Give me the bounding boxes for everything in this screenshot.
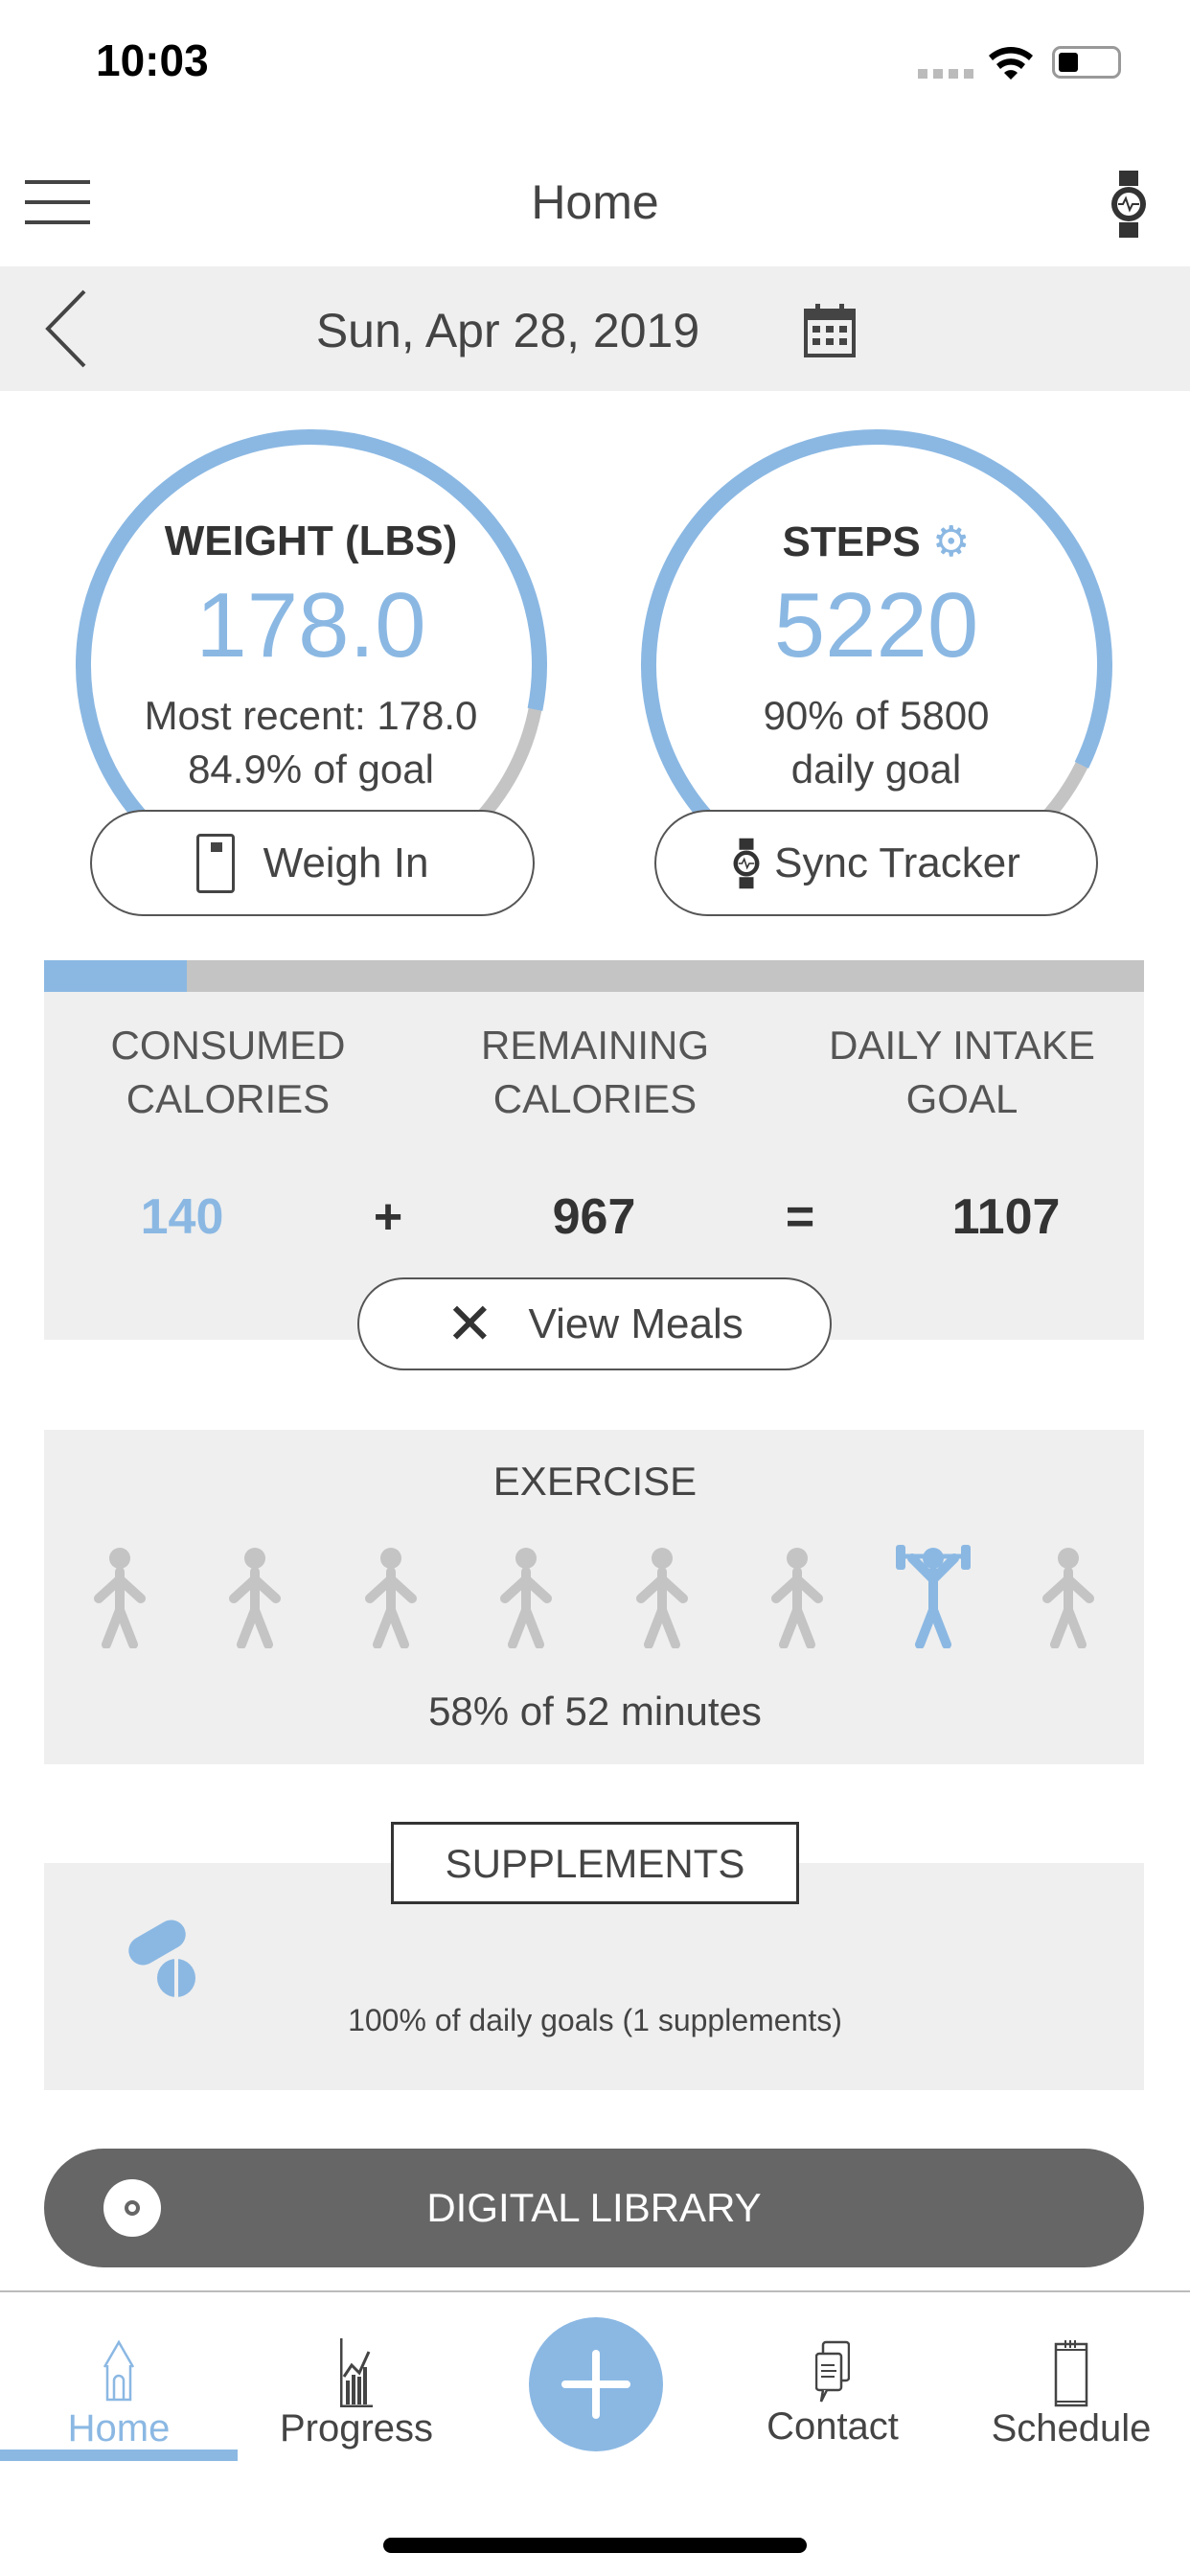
add-button[interactable] [529,2317,663,2451]
tab-progress-label: Progress [279,2407,434,2450]
running-icon[interactable] [609,1543,715,1648]
view-meals-button[interactable]: ✕ View Meals [357,1277,832,1370]
chat-bubbles-icon [815,2340,850,2403]
swimming-icon[interactable] [473,1543,579,1648]
digital-library-label: DIGITAL LIBRARY [426,2185,762,2230]
sync-tracker-button[interactable]: Sync Tracker [654,810,1098,916]
steps-daily-goal: daily goal [790,747,962,792]
calorie-progress-fill [44,960,188,992]
watch-icon [733,838,760,888]
remaining-calories-label: REMAINING CALORIES [480,1023,709,1121]
date-label: Sun, Apr 28, 2019 [315,304,700,357]
cycling-icon[interactable] [202,1543,308,1648]
progress-chart-icon [340,2338,373,2407]
battery-icon [1052,46,1121,79]
exercise-icons [67,1543,1121,1648]
sync-tracker-label: Sync Tracker [774,839,1020,886]
calorie-progress-bar [44,960,1144,992]
tab-home-label: Home [67,2407,171,2450]
steps-goal-percent: 90% of 5800 [763,693,990,738]
home-icon [103,2339,135,2402]
page-title: Home [531,175,659,229]
calendar-icon[interactable] [803,303,857,358]
weigh-in-button[interactable]: Weigh In [90,810,535,916]
weight-title: WEIGHT (LBS) [164,518,458,564]
signal-icon [918,69,973,79]
walking-icon[interactable] [338,1543,444,1648]
pill-icon [128,1920,195,1997]
consumed-calories-value: 140 [140,1189,224,1245]
weight-most-recent: Most recent: 178.0 [144,693,478,738]
remaining-calories-value: 967 [552,1189,636,1245]
weight-goal-percent: 84.9% of goal [188,747,434,792]
step-aerobics-icon[interactable] [67,1543,172,1648]
watch-icon[interactable] [1110,171,1148,238]
status-time: 10:03 [96,35,209,85]
steps-title-text: STEPS [782,518,921,565]
gear-icon[interactable]: ⚙ [932,518,970,565]
tab-schedule[interactable]: Schedule [952,2338,1190,2450]
tab-schedule-label: Schedule [991,2407,1152,2450]
tab-contact[interactable]: Contact [714,2338,951,2449]
digital-library-button[interactable]: DIGITAL LIBRARY [44,2149,1144,2267]
tab-progress[interactable]: Progress [238,2338,475,2450]
fork-knife-icon: ✕ [446,1291,494,1356]
exercise-title: EXERCISE [492,1459,698,1504]
daily-intake-goal-label: DAILY INTAKE GOAL [829,1023,1095,1121]
scale-icon [195,833,235,893]
schedule-calendar-icon [1054,2340,1088,2407]
tab-contact-label: Contact [767,2405,899,2448]
tab-bar-divider [0,2290,1190,2292]
steps-value: 5220 [773,574,979,677]
home-indicator [383,2538,807,2553]
supplements-title: SUPPLEMENTS [391,1822,799,1904]
weight-value: 178.0 [195,574,426,677]
weightlifting-icon[interactable] [881,1543,986,1648]
yoga-icon[interactable] [1016,1543,1121,1648]
exercise-summary: 58% of 52 minutes [428,1689,762,1734]
consumed-calories-label: CONSUMED CALORIES [110,1023,346,1121]
equals-sign: = [785,1189,815,1245]
tab-home[interactable]: Home [0,2338,238,2450]
plus-sign: + [373,1189,403,1245]
weigh-in-label: Weigh In [263,839,429,886]
daily-goal-value: 1107 [951,1189,1061,1245]
view-meals-label: View Meals [528,1300,744,1347]
tab-home-active-indicator [0,2450,238,2461]
soccer-icon[interactable] [744,1543,850,1648]
supplements-summary: 100% of daily goals (1 supplements) [348,2003,842,2037]
wifi-icon [989,47,1033,80]
steps-title: STEPS ⚙ [640,518,1112,566]
disc-icon [103,2179,161,2237]
